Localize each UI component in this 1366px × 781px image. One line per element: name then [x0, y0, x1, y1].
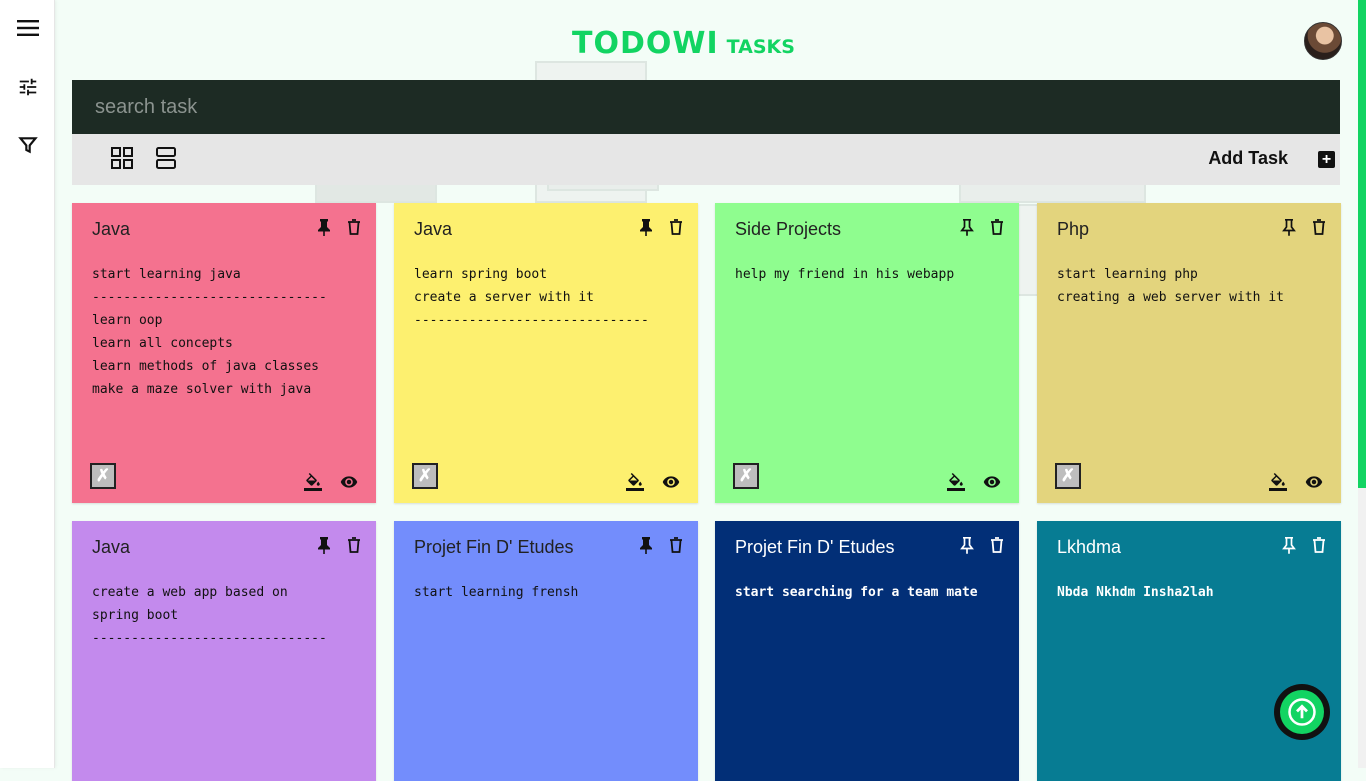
page-scrollbar[interactable]: [1358, 0, 1366, 768]
trash-icon[interactable]: [666, 217, 686, 237]
trash-icon[interactable]: [666, 535, 686, 555]
task-title: Side Projects: [735, 219, 842, 239]
complete-checkbox[interactable]: ✗: [1055, 463, 1081, 489]
task-body: start learning php creating a web server…: [1057, 267, 1284, 305]
eye-icon[interactable]: [339, 472, 359, 492]
side-rail: [0, 0, 55, 768]
task-body: help my friend in his webapp: [735, 267, 955, 282]
task-title: Lkhdma: [1057, 537, 1122, 557]
task-body: learn spring boot create a server with i…: [414, 267, 649, 328]
complete-checkbox[interactable]: ✗: [412, 463, 438, 489]
paint-bucket-icon[interactable]: [1268, 472, 1288, 492]
task-body: create a web app based on spring boot --…: [92, 585, 327, 646]
filter-icon[interactable]: [14, 131, 42, 159]
search-bar: [72, 80, 1340, 134]
list-view-icon[interactable]: [154, 146, 178, 170]
pin-icon[interactable]: [957, 217, 977, 237]
trash-icon[interactable]: [987, 217, 1007, 237]
task-card[interactable]: Java learn spring boot create a server wi…: [394, 203, 698, 503]
task-card[interactable]: Projet Fin D' Etudes start learning frens…: [394, 521, 698, 781]
trash-icon[interactable]: [344, 535, 364, 555]
brand-logo: TODOWI TASKS: [572, 24, 795, 60]
complete-checkbox[interactable]: ✗: [90, 463, 116, 489]
task-body: Nbda Nkhdm Insha2lah: [1057, 585, 1214, 600]
task-title: Php: [1057, 219, 1090, 239]
toolbar: Add Task +: [72, 134, 1340, 185]
task-title: Projet Fin D' Etudes: [735, 537, 895, 557]
task-card[interactable]: Java start learning java ----------------…: [72, 203, 376, 503]
add-task-label: Add Task: [1208, 148, 1288, 168]
trash-icon[interactable]: [1309, 535, 1329, 555]
task-card[interactable]: Java create a web app based on spring boo…: [72, 521, 376, 781]
brand-sub: TASKS: [726, 36, 795, 58]
task-body: start searching for a team mate: [735, 585, 978, 600]
task-title: Java: [92, 537, 131, 557]
pin-icon[interactable]: [314, 217, 334, 237]
task-title: Projet Fin D' Etudes: [414, 537, 574, 557]
pin-icon[interactable]: [957, 535, 977, 555]
pin-icon[interactable]: [636, 535, 656, 555]
eye-icon[interactable]: [1304, 472, 1324, 492]
eye-icon[interactable]: [982, 472, 1002, 492]
add-task-button[interactable]: Add Task +: [1208, 148, 1335, 169]
complete-checkbox[interactable]: ✗: [733, 463, 759, 489]
task-card[interactable]: Lkhdma Nbda Nkhdm Insha2lah: [1037, 521, 1341, 781]
paint-bucket-icon[interactable]: [625, 472, 645, 492]
trash-icon[interactable]: [1309, 217, 1329, 237]
pin-icon[interactable]: [636, 217, 656, 237]
task-card[interactable]: Projet Fin D' Etudes start searching for …: [715, 521, 1019, 781]
brand-main: TODOWI: [572, 26, 719, 61]
task-title: Java: [414, 219, 453, 239]
task-body: start learning frensh: [414, 585, 579, 600]
trash-icon[interactable]: [987, 535, 1007, 555]
task-title: Java: [92, 219, 131, 239]
pin-icon[interactable]: [314, 535, 334, 555]
eye-icon[interactable]: [661, 472, 681, 492]
menu-icon[interactable]: [14, 14, 42, 42]
add-icon: +: [1318, 151, 1335, 168]
trash-icon[interactable]: [344, 217, 364, 237]
search-input[interactable]: [93, 94, 1297, 120]
task-body: start learning java --------------------…: [92, 267, 327, 397]
scroll-top-button[interactable]: [1274, 684, 1330, 740]
pin-icon[interactable]: [1279, 535, 1299, 555]
paint-bucket-icon[interactable]: [946, 472, 966, 492]
scrollbar-thumb[interactable]: [1358, 0, 1366, 488]
task-card[interactable]: Side Projects help my friend in his webap…: [715, 203, 1019, 503]
paint-bucket-icon[interactable]: [303, 472, 323, 492]
user-avatar[interactable]: [1304, 22, 1342, 60]
task-card[interactable]: Php start learning php creating a web ser…: [1037, 203, 1341, 503]
grid-view-icon[interactable]: [110, 146, 134, 170]
tune-icon[interactable]: [14, 73, 42, 101]
arrow-up-circle-icon: [1288, 698, 1316, 726]
pin-icon[interactable]: [1279, 217, 1299, 237]
